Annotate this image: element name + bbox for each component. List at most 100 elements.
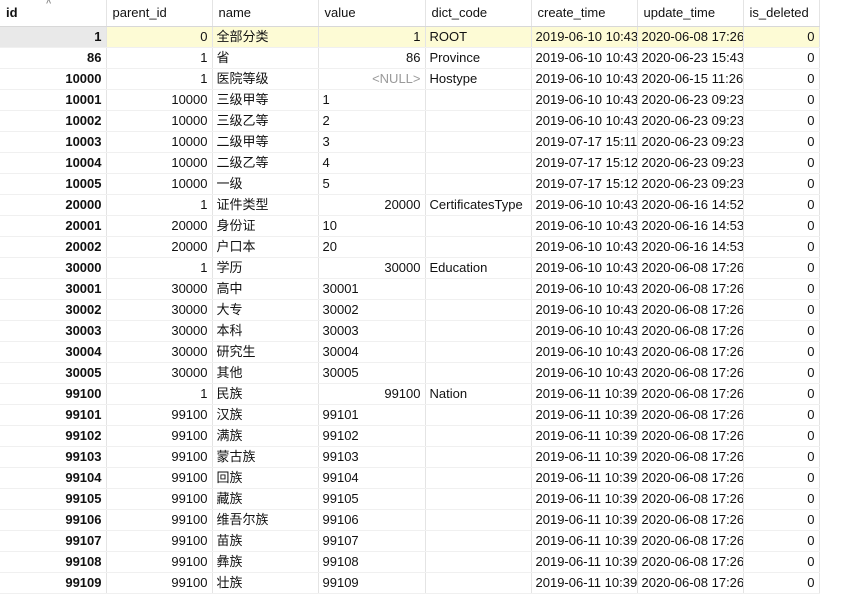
- cell-create-time[interactable]: 2019-06-10 10:43: [531, 341, 638, 363]
- cell-dict-code[interactable]: [425, 488, 532, 510]
- cell-create-time[interactable]: 2019-06-11 10:39: [531, 530, 638, 552]
- cell-dict-code[interactable]: [425, 236, 532, 258]
- cell-create-time[interactable]: 2019-06-10 10:43: [531, 362, 638, 384]
- cell-create-time[interactable]: 2019-06-11 10:39: [531, 572, 638, 594]
- cell-parent-id[interactable]: 1: [106, 194, 213, 216]
- cell-create-time[interactable]: 2019-06-10 10:43: [531, 215, 638, 237]
- cell-parent-id[interactable]: 1: [106, 383, 213, 405]
- cell-parent-id[interactable]: 1: [106, 68, 213, 90]
- cell-id[interactable]: 99105: [0, 488, 107, 510]
- cell-is-deleted[interactable]: 0: [743, 446, 820, 468]
- cell-name[interactable]: 苗族: [212, 530, 319, 552]
- cell-is-deleted[interactable]: 0: [743, 425, 820, 447]
- cell-name[interactable]: 医院等级: [212, 68, 319, 90]
- cell-value[interactable]: 30000: [318, 257, 426, 279]
- cell-name[interactable]: 身份证: [212, 215, 319, 237]
- cell-is-deleted[interactable]: 0: [743, 320, 820, 342]
- cell-parent-id[interactable]: 99100: [106, 446, 213, 468]
- cell-dict-code[interactable]: [425, 467, 532, 489]
- table-row[interactable]: 10000 1 医院等级 <NULL> Hostype 2019-06-10 10:43 2…: [0, 68, 820, 90]
- cell-id[interactable]: 30004: [0, 341, 107, 363]
- cell-parent-id[interactable]: 0: [106, 26, 213, 48]
- cell-parent-id[interactable]: 99100: [106, 467, 213, 489]
- table-row[interactable]: 99107 99100 苗族 99107 2019-06-11 10:39 2020-06…: [0, 530, 820, 552]
- cell-name[interactable]: 证件类型: [212, 194, 319, 216]
- cell-id[interactable]: 10002: [0, 110, 107, 132]
- cell-value[interactable]: 10: [318, 215, 426, 237]
- cell-parent-id[interactable]: 10000: [106, 173, 213, 195]
- cell-is-deleted[interactable]: 0: [743, 215, 820, 237]
- table-row[interactable]: 99109 99100 壮族 99109 2019-06-11 10:39 2020-06…: [0, 572, 820, 594]
- cell-parent-id[interactable]: 99100: [106, 509, 213, 531]
- cell-create-time[interactable]: 2019-06-11 10:39: [531, 467, 638, 489]
- cell-dict-code[interactable]: [425, 530, 532, 552]
- cell-value[interactable]: 99106: [318, 509, 426, 531]
- cell-name[interactable]: 藏族: [212, 488, 319, 510]
- cell-create-time[interactable]: 2019-06-11 10:39: [531, 383, 638, 405]
- cell-is-deleted[interactable]: 0: [743, 362, 820, 384]
- cell-dict-code[interactable]: [425, 131, 532, 153]
- cell-dict-code[interactable]: [425, 341, 532, 363]
- cell-name[interactable]: 汉族: [212, 404, 319, 426]
- cell-value[interactable]: 99105: [318, 488, 426, 510]
- table-row[interactable]: 10001 10000 三级甲等 1 2019-06-10 10:43 2020-06-2…: [0, 89, 820, 111]
- table-row[interactable]: 30000 1 学历 30000 Education 2019-06-10 10:43 20…: [0, 257, 820, 279]
- sort-ascending-icon[interactable]: ^: [46, 0, 51, 8]
- cell-dict-code[interactable]: [425, 110, 532, 132]
- cell-create-time[interactable]: 2019-07-17 15:12: [531, 173, 638, 195]
- table-row[interactable]: 99102 99100 满族 99102 2019-06-11 10:39 2020-06…: [0, 425, 820, 447]
- cell-name[interactable]: 户口本: [212, 236, 319, 258]
- column-header-is-deleted[interactable]: is_deleted: [743, 0, 820, 27]
- cell-value[interactable]: 99102: [318, 425, 426, 447]
- cell-parent-id[interactable]: 20000: [106, 236, 213, 258]
- cell-create-time[interactable]: 2019-06-10 10:43: [531, 110, 638, 132]
- cell-value[interactable]: 99103: [318, 446, 426, 468]
- cell-create-time[interactable]: 2019-06-10 10:43: [531, 89, 638, 111]
- cell-dict-code[interactable]: [425, 572, 532, 594]
- cell-dict-code[interactable]: [425, 509, 532, 531]
- cell-parent-id[interactable]: 20000: [106, 215, 213, 237]
- cell-update-time[interactable]: 2020-06-08 17:26: [637, 551, 744, 573]
- table-row[interactable]: 30001 30000 高中 30001 2019-06-10 10:43 2020-06…: [0, 278, 820, 300]
- cell-is-deleted[interactable]: 0: [743, 26, 820, 48]
- cell-value[interactable]: 86: [318, 47, 426, 69]
- cell-parent-id[interactable]: 10000: [106, 131, 213, 153]
- table-row[interactable]: 10004 10000 二级乙等 4 2019-07-17 15:12 2020-06-2…: [0, 152, 820, 174]
- cell-value[interactable]: 20: [318, 236, 426, 258]
- cell-is-deleted[interactable]: 0: [743, 404, 820, 426]
- cell-value[interactable]: 4: [318, 152, 426, 174]
- cell-update-time[interactable]: 2020-06-23 09:23: [637, 152, 744, 174]
- cell-parent-id[interactable]: 99100: [106, 551, 213, 573]
- column-header-name[interactable]: name: [212, 0, 319, 27]
- table-row[interactable]: 99101 99100 汉族 99101 2019-06-11 10:39 2020-06…: [0, 404, 820, 426]
- cell-is-deleted[interactable]: 0: [743, 68, 820, 90]
- cell-update-time[interactable]: 2020-06-08 17:26: [637, 530, 744, 552]
- cell-name[interactable]: 其他: [212, 362, 319, 384]
- column-header-parent-id[interactable]: parent_id: [106, 0, 213, 27]
- cell-is-deleted[interactable]: 0: [743, 383, 820, 405]
- table-row[interactable]: 20001 20000 身份证 10 2019-06-10 10:43 2020-06-1…: [0, 215, 820, 237]
- cell-name[interactable]: 蒙古族: [212, 446, 319, 468]
- cell-id[interactable]: 99104: [0, 467, 107, 489]
- cell-create-time[interactable]: 2019-06-11 10:39: [531, 425, 638, 447]
- cell-value[interactable]: 30002: [318, 299, 426, 321]
- cell-is-deleted[interactable]: 0: [743, 530, 820, 552]
- cell-parent-id[interactable]: 99100: [106, 488, 213, 510]
- cell-dict-code[interactable]: [425, 320, 532, 342]
- table-row[interactable]: 10003 10000 二级甲等 3 2019-07-17 15:11 2020-06-2…: [0, 131, 820, 153]
- cell-dict-code[interactable]: [425, 173, 532, 195]
- cell-id[interactable]: 99103: [0, 446, 107, 468]
- cell-id[interactable]: 10005: [0, 173, 107, 195]
- cell-create-time[interactable]: 2019-06-11 10:39: [531, 404, 638, 426]
- cell-update-time[interactable]: 2020-06-08 17:26: [637, 425, 744, 447]
- table-row[interactable]: 99100 1 民族 99100 Nation 2019-06-11 10:39 2020-…: [0, 383, 820, 405]
- cell-value[interactable]: 30004: [318, 341, 426, 363]
- cell-is-deleted[interactable]: 0: [743, 152, 820, 174]
- cell-value[interactable]: 99101: [318, 404, 426, 426]
- cell-name[interactable]: 彝族: [212, 551, 319, 573]
- cell-create-time[interactable]: 2019-06-10 10:43: [531, 257, 638, 279]
- cell-update-time[interactable]: 2020-06-16 14:52: [637, 194, 744, 216]
- cell-name[interactable]: 三级乙等: [212, 110, 319, 132]
- cell-is-deleted[interactable]: 0: [743, 173, 820, 195]
- cell-name[interactable]: 二级甲等: [212, 131, 319, 153]
